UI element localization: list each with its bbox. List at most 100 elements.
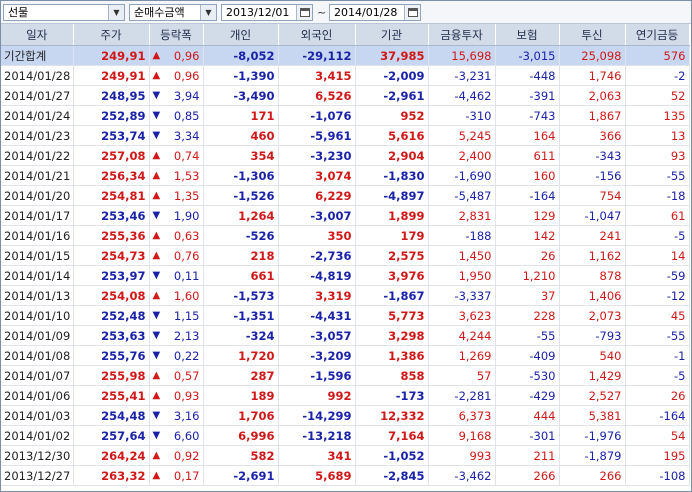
date-to-field[interactable]: 2014/01/28 (329, 3, 421, 21)
up-triangle-icon: ▲ (152, 389, 161, 401)
price-cell: 253,74 (73, 125, 150, 146)
financial-investment-cell: -310 (428, 105, 496, 126)
institution-cell: 2,575 (355, 245, 429, 266)
mode-select[interactable]: 순매수금액 ▼ (129, 3, 217, 21)
column-header[interactable]: 일자 (1, 24, 74, 46)
foreign-cell: 3,319 (278, 285, 356, 306)
market-select[interactable]: 선물 ▼ (3, 3, 125, 21)
individual-cell: 189 (203, 385, 279, 406)
change-value: 0,74 (173, 148, 200, 163)
table-row[interactable]: 2014/01/03 254,48 ▼ 3,16 1,706 -14,299 12,332 6… (1, 405, 690, 426)
price-cell: 255,98 (73, 365, 150, 386)
insurance-cell: 37 (495, 285, 560, 306)
column-header[interactable]: 연기금등 (625, 24, 690, 46)
pension-cell: 26 (625, 385, 690, 406)
pension-cell: -2 (625, 65, 690, 86)
date-cell: 2014/01/20 (1, 185, 74, 206)
financial-investment-cell: -3,337 (428, 285, 496, 306)
table-row[interactable]: 2014/01/20 254,81 ▲ 1,35 -1,526 6,229 -4,897 -5… (1, 185, 690, 206)
change-cell: ▲ 0,96 (149, 45, 204, 66)
column-header[interactable]: 주가 (73, 24, 150, 46)
pension-cell: 54 (625, 425, 690, 446)
table-row[interactable]: 2014/01/14 253,97 ▼ 0,11 661 -4,819 3,976 1,950… (1, 265, 690, 286)
chevron-down-icon[interactable]: ▼ (200, 4, 216, 20)
chevron-down-icon[interactable]: ▼ (108, 4, 124, 20)
financial-investment-cell: 2,831 (428, 205, 496, 226)
change-value: 0,76 (173, 248, 200, 263)
price-cell: 255,41 (73, 385, 150, 406)
down-triangle-icon: ▼ (152, 329, 161, 341)
table-row[interactable]: 2014/01/21 256,34 ▲ 1,53 -1,306 3,074 -1,830 -1… (1, 165, 690, 186)
date-from-value: 2013/12/01 (226, 5, 290, 19)
pension-cell: 52 (625, 85, 690, 106)
change-value: 0,57 (173, 368, 200, 383)
table-row[interactable]: 2014/01/27 248,95 ▼ 3,94 -3,490 6,526 -2,961 -4… (1, 85, 690, 106)
table-row[interactable]: 2014/01/09 253,63 ▼ 2,13 -324 -3,057 3,298 4,24… (1, 325, 690, 346)
table-row[interactable]: 2014/01/17 253,46 ▼ 1,90 1,264 -3,007 1,899 2,8… (1, 205, 690, 226)
change-cell: ▼ 3,94 (149, 85, 204, 106)
price-cell: 253,97 (73, 265, 150, 286)
date-cell: 2014/01/17 (1, 205, 74, 226)
column-header[interactable]: 투신 (559, 24, 626, 46)
mode-select-value: 순매수금액 (134, 6, 185, 19)
insurance-cell: 611 (495, 145, 560, 166)
date-cell: 2014/01/23 (1, 125, 74, 146)
individual-cell: -2,691 (203, 465, 279, 486)
financial-investment-cell: 3,623 (428, 305, 496, 326)
column-header[interactable]: 등락폭 (149, 24, 204, 46)
table-row[interactable]: 2014/01/13 254,08 ▲ 1,60 -1,573 3,319 -1,867 -3… (1, 285, 690, 306)
calendar-icon[interactable] (296, 4, 312, 20)
table-row[interactable]: 2014/01/08 255,76 ▼ 0,22 1,720 -3,209 1,386 1,2… (1, 345, 690, 366)
investment-trust-cell: 2,073 (559, 305, 626, 326)
column-header[interactable]: 개인 (203, 24, 279, 46)
foreign-cell: -4,431 (278, 305, 356, 326)
change-cell: ▼ 6,60 (149, 425, 204, 446)
change-cell: ▼ 1,90 (149, 205, 204, 226)
table-row[interactable]: 2014/01/24 252,89 ▼ 0,85 171 -1,076 952 -310 -74… (1, 105, 690, 126)
individual-cell: 354 (203, 145, 279, 166)
table-row[interactable]: 2014/01/06 255,41 ▲ 0,93 189 992 -173 -2,281 -42… (1, 385, 690, 406)
change-cell: ▲ 0,92 (149, 445, 204, 466)
column-header[interactable]: 보험 (495, 24, 560, 46)
financial-investment-cell: -5,487 (428, 185, 496, 206)
column-header[interactable]: 기관 (355, 24, 429, 46)
change-cell: ▲ 0,93 (149, 385, 204, 406)
table-row[interactable]: 2014/01/10 252,48 ▼ 1,15 -1,351 -4,431 5,773 3,… (1, 305, 690, 326)
table-row[interactable]: 2014/01/22 257,08 ▲ 0,74 354 -3,230 2,904 2,400… (1, 145, 690, 166)
insurance-cell: 129 (495, 205, 560, 226)
table-row[interactable]: 2014/01/16 255,36 ▲ 0,63 -526 350 179 -188 142 24… (1, 225, 690, 246)
change-cell: ▼ 0,85 (149, 105, 204, 126)
up-triangle-icon: ▲ (152, 369, 161, 381)
date-cell: 2013/12/27 (1, 465, 74, 486)
table-row[interactable]: 2014/01/15 254,73 ▲ 0,76 218 -2,736 2,575 1,450… (1, 245, 690, 266)
foreign-cell: 3,415 (278, 65, 356, 86)
pension-cell: -18 (625, 185, 690, 206)
total-row[interactable]: 기간합계 249,91 ▲ 0,96 -8,052 -29,112 37,985 15,698… (1, 45, 690, 66)
date-cell: 2014/01/16 (1, 225, 74, 246)
date-cell: 2014/01/06 (1, 385, 74, 406)
change-value: 3,94 (173, 88, 200, 103)
date-cell: 2013/12/30 (1, 445, 74, 466)
foreign-cell: -29,112 (278, 45, 356, 66)
change-value: 0,63 (173, 228, 200, 243)
date-cell: 2014/01/13 (1, 285, 74, 306)
table-row[interactable]: 2014/01/02 257,64 ▼ 6,60 6,996 -13,218 7,164 9,… (1, 425, 690, 446)
price-cell: 264,24 (73, 445, 150, 466)
market-select-value: 선물 (8, 6, 29, 19)
column-header[interactable]: 금융투자 (428, 24, 496, 46)
toolbar: 선물 ▼ 순매수금액 ▼ 2013/12/01 ~ 2014/01/28 (1, 1, 691, 24)
table-row[interactable]: 2014/01/28 249,91 ▲ 0,96 -1,390 3,415 -2,009 -3… (1, 65, 690, 86)
calendar-icon[interactable] (404, 4, 420, 20)
date-from-field[interactable]: 2013/12/01 (221, 3, 313, 21)
price-cell: 254,48 (73, 405, 150, 426)
investor-trading-window: 선물 ▼ 순매수금액 ▼ 2013/12/01 ~ 2014/01/28 일자 주… (0, 0, 692, 492)
column-header[interactable]: 외국인 (278, 24, 356, 46)
change-value: 3,34 (173, 128, 200, 143)
table-row[interactable]: 2014/01/23 253,74 ▼ 3,34 460 -5,961 5,616 5,245… (1, 125, 690, 146)
insurance-cell: -55 (495, 325, 560, 346)
table-row[interactable]: 2013/12/30 264,24 ▲ 0,92 582 341 -1,052 993 211-… (1, 445, 690, 466)
institution-cell: -173 (355, 385, 429, 406)
table-row[interactable]: 2013/12/27 263,32 ▲ 0,17 -2,691 5,689 -2,845 -3… (1, 465, 690, 486)
table-row[interactable]: 2014/01/07 255,98 ▲ 0,57 287 -1,596 858 57 -530 1… (1, 365, 690, 386)
change-cell: ▲ 1,35 (149, 185, 204, 206)
